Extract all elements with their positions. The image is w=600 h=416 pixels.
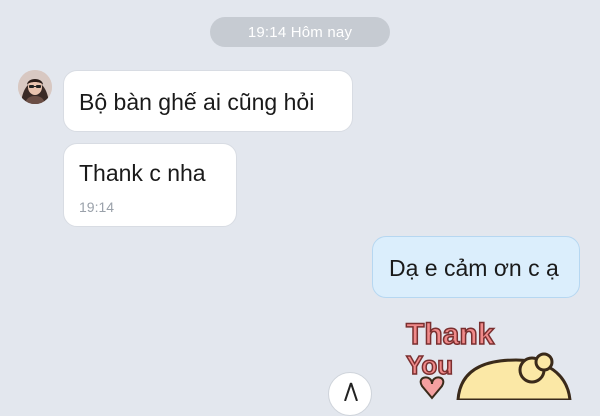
sticker-text-you: You bbox=[406, 350, 453, 380]
thank-you-sticker-icon[interactable]: Thank You bbox=[398, 308, 600, 400]
contact-avatar[interactable] bbox=[18, 70, 52, 104]
sticker-text-thank: Thank bbox=[406, 318, 495, 351]
message-text: Dạ e cảm ơn c ạ bbox=[389, 255, 559, 281]
message-bubble-incoming[interactable]: Thank c nha 19:14 bbox=[63, 143, 237, 227]
partial-glyph-icon bbox=[344, 382, 358, 401]
contact-avatar-icon bbox=[18, 70, 52, 104]
message-text: Bộ bàn ghế ai cũng hỏi bbox=[79, 89, 315, 115]
message-timestamp: 19:14 bbox=[79, 199, 115, 215]
message-bubble-outgoing[interactable]: Dạ e cảm ơn c ạ bbox=[372, 236, 580, 298]
time-divider: 19:14 Hôm nay bbox=[210, 17, 390, 47]
message-text: Thank c nha bbox=[79, 160, 206, 186]
message-bubble-incoming[interactable]: Bộ bàn ghế ai cũng hỏi bbox=[63, 70, 353, 132]
partial-icon[interactable] bbox=[328, 372, 372, 416]
